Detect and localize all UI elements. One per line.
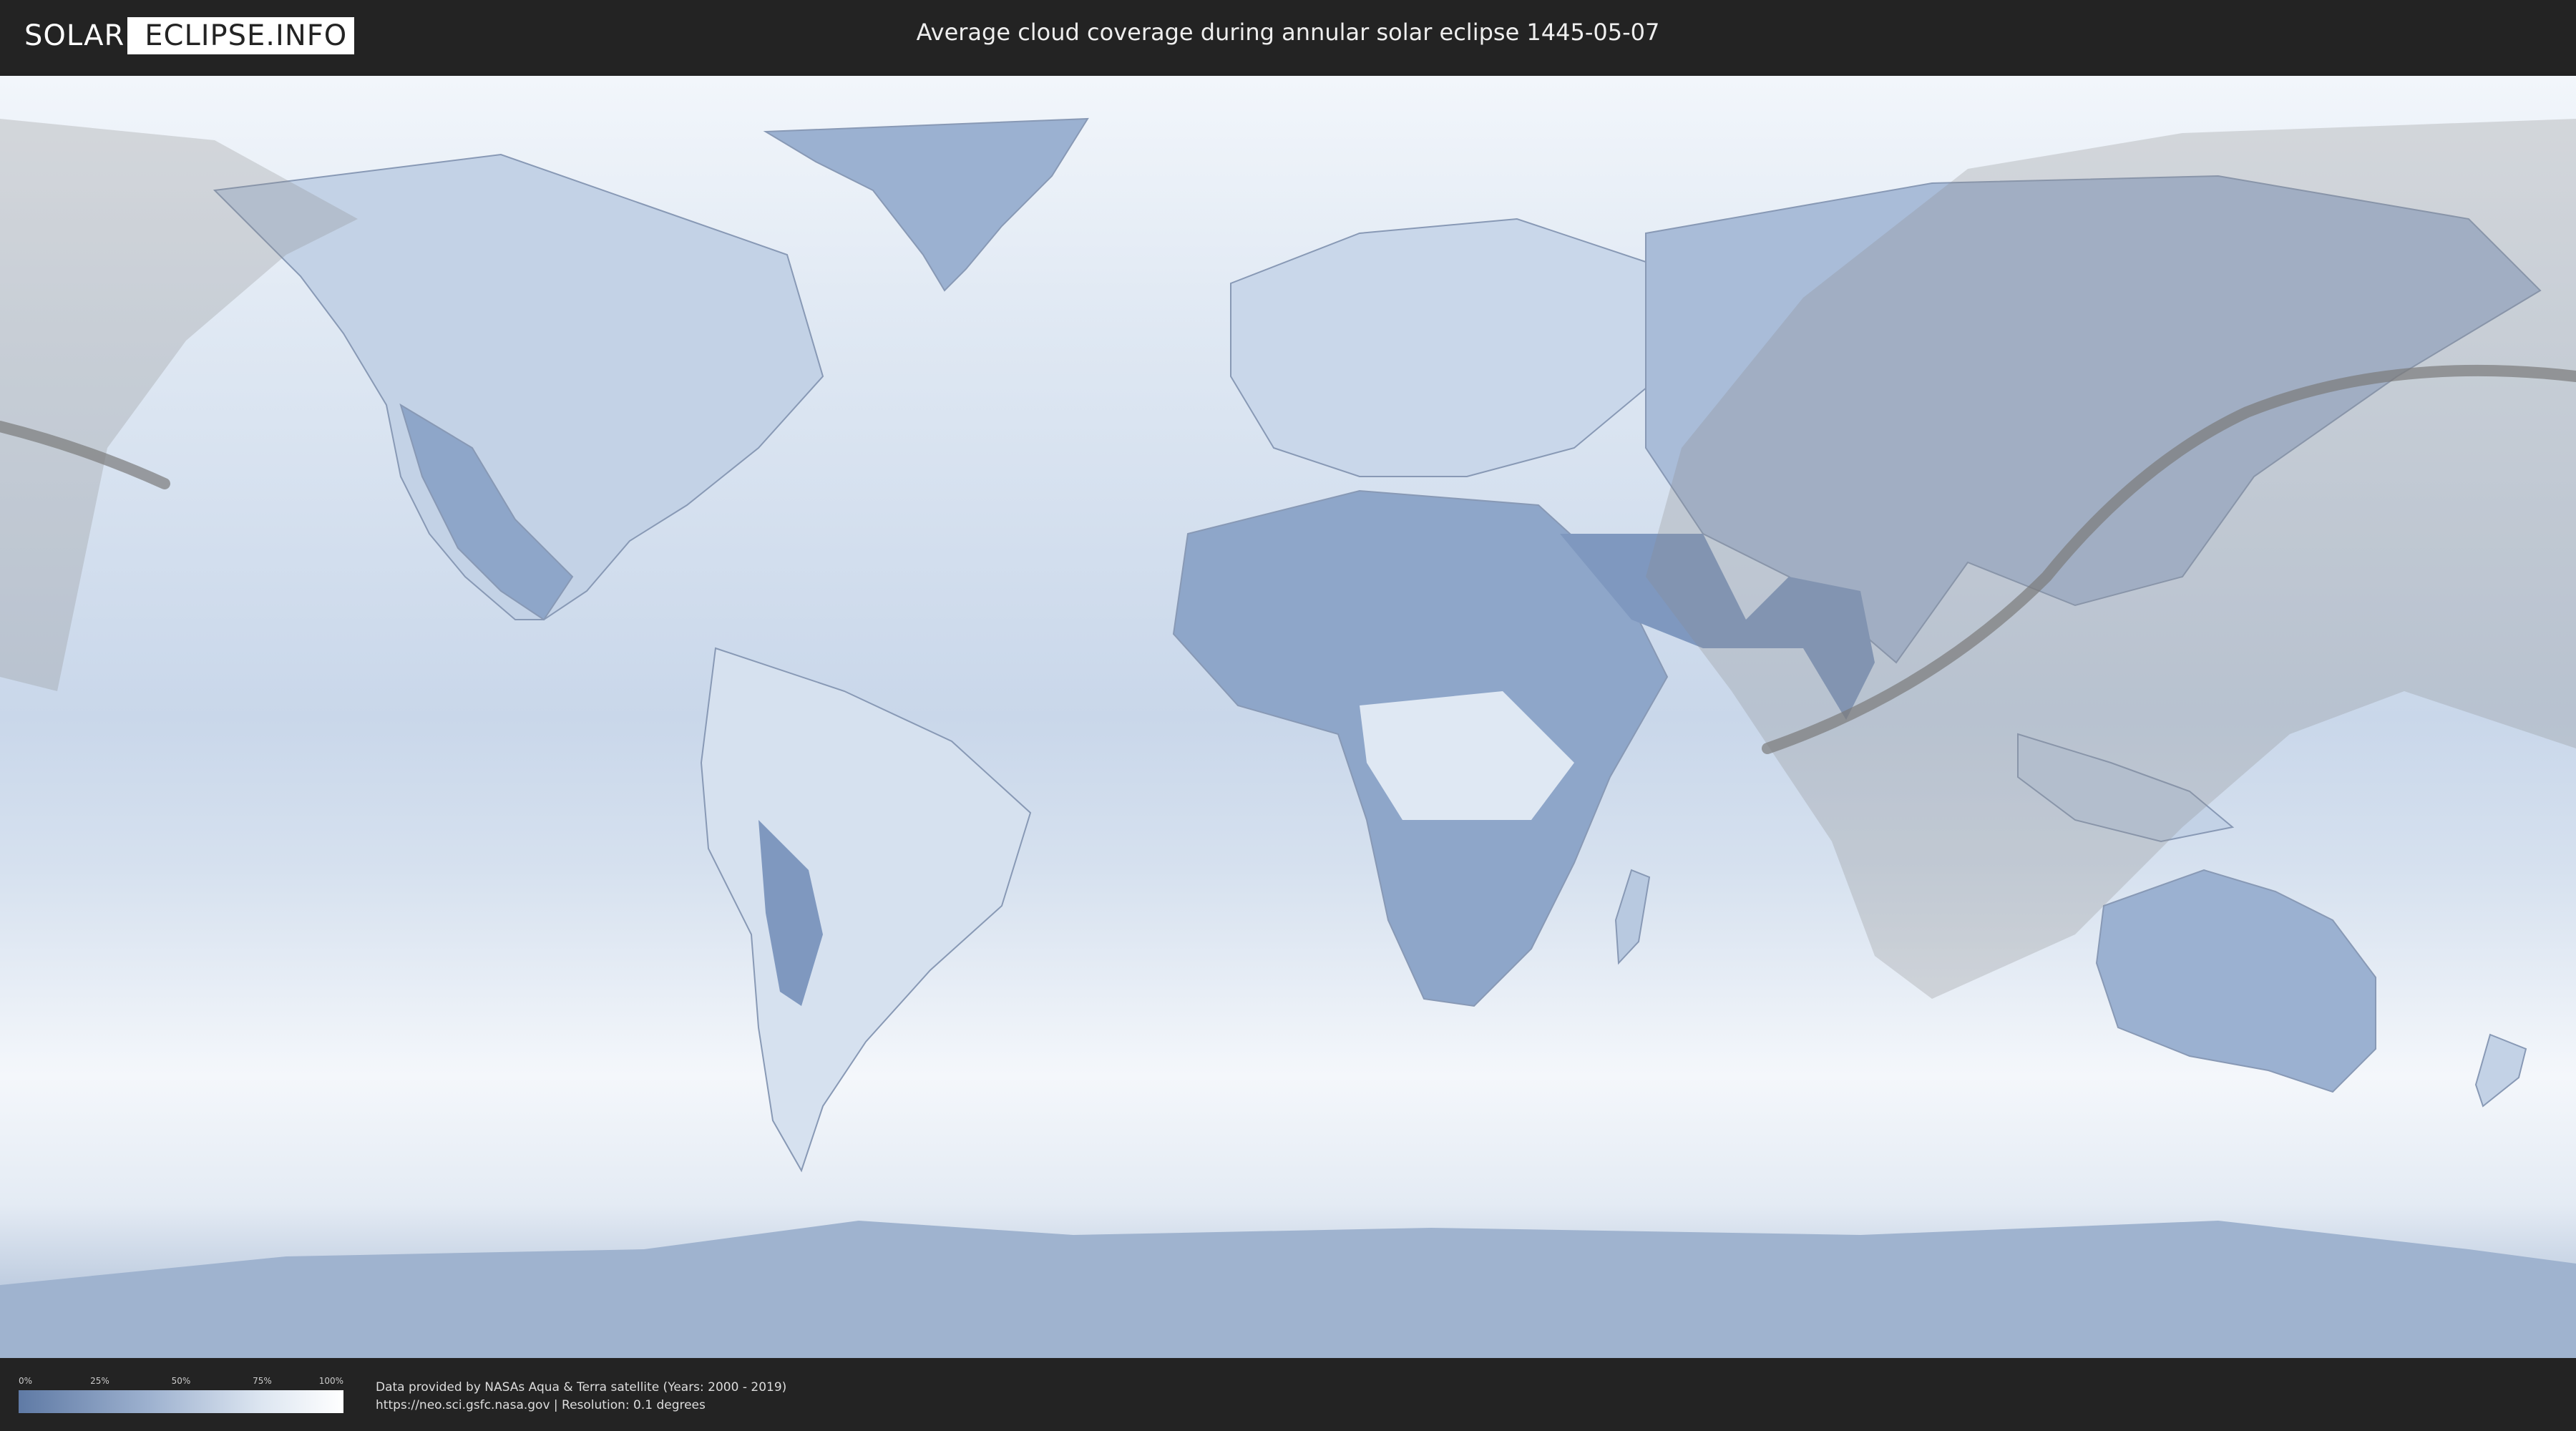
legend-tick-label: 100% — [318, 1376, 343, 1386]
cloud-coverage-map[interactable] — [0, 76, 2576, 1358]
map-svg — [0, 76, 2576, 1358]
credits-line-2: https://neo.sci.gsfc.nasa.gov | Resoluti… — [376, 1398, 706, 1412]
credits: Data provided by NASAs Aqua & Terra sate… — [376, 1379, 786, 1415]
header-bar: SOLAR ECLIPSE.INFO Average cloud coverag… — [0, 0, 2576, 72]
legend-tick-label: 0% — [19, 1376, 33, 1386]
legend-tick-label: 75% — [253, 1376, 272, 1386]
page-title: Average cloud coverage during annular so… — [916, 19, 1660, 46]
legend-tick-label: 50% — [171, 1376, 191, 1386]
legend-tick-labels: 0% 25% 50% 75% 100% — [19, 1376, 343, 1387]
legend-color-bar — [19, 1390, 343, 1413]
credits-line-1: Data provided by NASAs Aqua & Terra sate… — [376, 1380, 787, 1395]
legend-tick-label: 25% — [90, 1376, 109, 1386]
